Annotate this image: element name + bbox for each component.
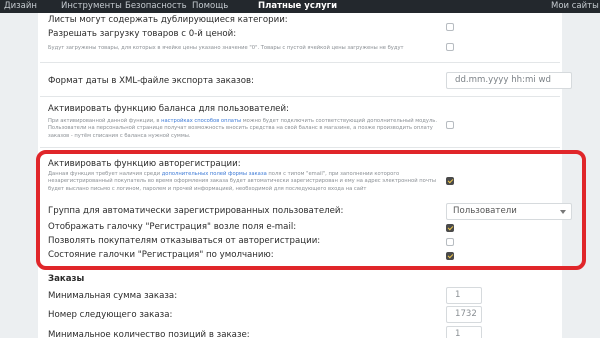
payment-settings-link[interactable]: настройках способов оплаты (161, 118, 241, 124)
nav-tools[interactable]: Инструменты (61, 1, 122, 12)
divider (40, 147, 560, 148)
balance-checkbox[interactable] (446, 121, 454, 129)
next-number-input[interactable]: 1732 (446, 306, 482, 323)
min-sum-label: Минимальная сумма заказа: (48, 291, 178, 301)
nav-design[interactable]: Дизайн (4, 1, 37, 12)
min-items-label: Минимальное количество позиций в заказе: (48, 330, 250, 338)
min-sum-input[interactable]: 1 (446, 287, 482, 304)
top-navigation: Дизайн Инструменты Безопасность Помощь П… (0, 0, 600, 13)
zero-price-label: Разрешать загрузку товаров с 0-й ценой: (48, 29, 237, 39)
dup-categories-checkbox[interactable] (446, 23, 454, 31)
min-items-input[interactable]: 1 (446, 326, 482, 338)
date-format-label: Формат даты в XML-файле экспорта заказов… (48, 76, 254, 86)
highlight-frame (36, 150, 586, 270)
divider (40, 62, 560, 63)
orders-section-title: Заказы (48, 274, 85, 284)
next-number-label: Номер следующего заказа: (48, 310, 173, 320)
nav-security[interactable]: Безопасность (125, 1, 187, 12)
balance-note: При активированной данной функции, в нас… (48, 118, 437, 139)
date-format-input[interactable]: dd.mm.yyyy hh:mi wd (446, 72, 572, 89)
balance-label: Активировать функцию баланса для пользов… (48, 104, 289, 114)
nav-my-sites[interactable]: Мои сайты (551, 1, 599, 12)
zero-price-note: Будут загружены товары, для которых в яч… (48, 45, 404, 51)
nav-help[interactable]: Помощь (192, 1, 228, 12)
zero-price-checkbox[interactable] (446, 43, 454, 51)
dup-categories-label: Листы могут содержать дублирующиеся кате… (48, 15, 288, 25)
nav-paid-services[interactable]: Платные услуги (258, 1, 337, 12)
divider (40, 96, 560, 97)
